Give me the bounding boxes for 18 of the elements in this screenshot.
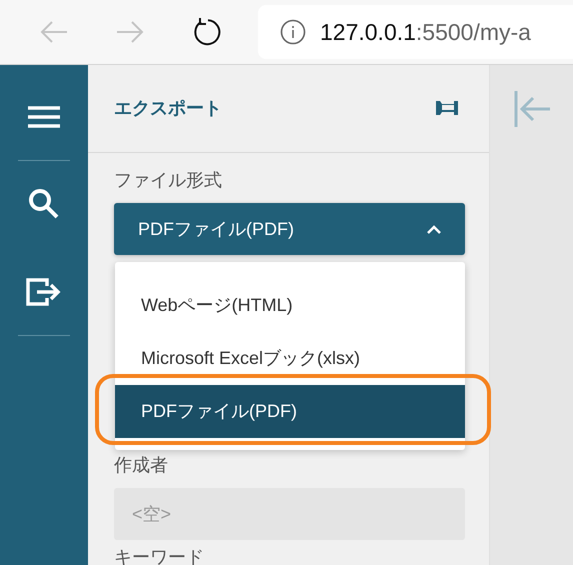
search-icon [27, 187, 61, 221]
back-arrow-icon [39, 20, 69, 44]
dropdown-option[interactable]: Webページ(HTML) [115, 279, 465, 332]
chevron-icon [427, 224, 441, 234]
url-text: 127.0.0.1:5500/my-a [320, 18, 531, 47]
field-label: 作成者 [114, 454, 169, 477]
dropdown-option[interactable]: PDFファイル(PDF) [115, 385, 465, 438]
field-label: キーワード [114, 546, 205, 565]
address-bar[interactable]: 127.0.0.1:5500/my-a [258, 5, 573, 59]
panel-title: エクスポート [114, 97, 222, 120]
export-icon [25, 277, 63, 307]
forward-arrow-icon [115, 20, 145, 44]
dropdown-option[interactable]: Microsoft Excelブック(xlsx) [115, 332, 465, 385]
info-icon [280, 19, 306, 45]
select-dropdown[interactable]: PDFファイル(PDF) [114, 203, 465, 255]
menu-icon [27, 105, 61, 129]
text-field[interactable]: <空> [114, 488, 465, 540]
field-label: ファイル形式 [114, 169, 223, 192]
